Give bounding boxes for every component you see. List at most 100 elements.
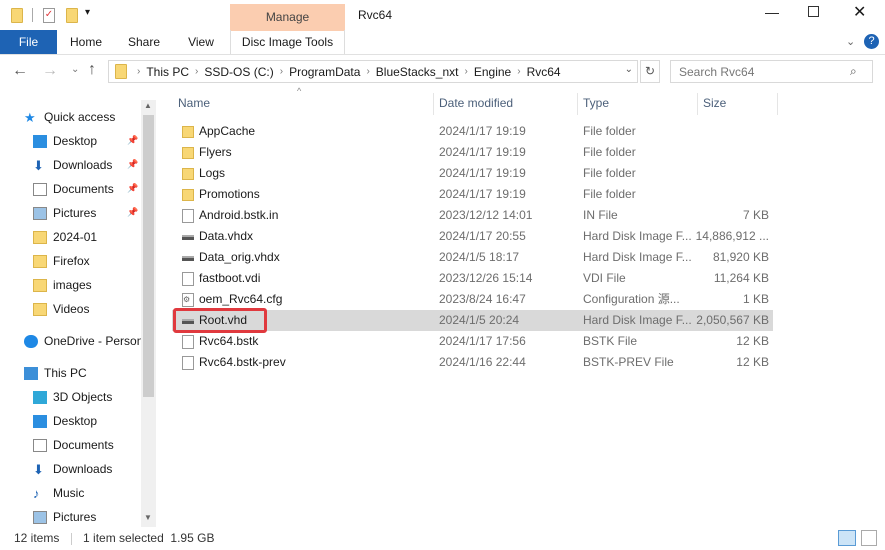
- tab-share[interactable]: Share: [120, 30, 168, 54]
- sidebar-item-label: images: [53, 278, 92, 292]
- help-icon[interactable]: ?: [864, 34, 879, 49]
- sidebar-item[interactable]: ♪ Music: [33, 482, 150, 504]
- sidebar-item-label: Pictures: [53, 206, 97, 220]
- table-row[interactable]: Logs 2024/1/17 19:19 File folder: [172, 163, 773, 184]
- scroll-down-icon[interactable]: ▼: [144, 513, 152, 522]
- sidebar-item[interactable]: 2024-01: [33, 226, 150, 248]
- divider: [0, 54, 885, 55]
- table-row[interactable]: Rvc64.bstk-prev 2024/1/16 22:44 BSTK-PREV …: [172, 352, 773, 373]
- nav-scrollbar-thumb[interactable]: [143, 115, 154, 397]
- sidebar-item[interactable]: images: [33, 274, 150, 296]
- chevron-right-icon: ›: [366, 66, 370, 77]
- address-bar[interactable]: › This PC › SSD-OS (C:) › ProgramData › Blu…: [108, 60, 638, 83]
- search-input[interactable]: Search Rvc64: [670, 60, 873, 83]
- sidebar-item[interactable]: Videos: [33, 298, 150, 320]
- column-header-size[interactable]: Size: [703, 93, 726, 113]
- chevron-right-icon: ›: [279, 66, 284, 77]
- file-name: oem_Rvc64.cfg: [199, 292, 283, 306]
- column-header-name[interactable]: Name: [178, 93, 210, 113]
- documents-icon: [33, 438, 47, 452]
- file-icon: [182, 209, 194, 223]
- folder-icon: [33, 278, 47, 292]
- folder-icon: [115, 64, 127, 79]
- desktop-icon: [33, 414, 47, 428]
- forward-button[interactable]: →: [42, 62, 58, 80]
- tab-disc-image-tools[interactable]: Disc Image Tools: [230, 30, 345, 54]
- folder-icon: [33, 254, 47, 268]
- sidebar-item[interactable]: Pictures: [33, 506, 150, 528]
- address-dropdown-icon[interactable]: ⌄: [625, 64, 633, 75]
- large-icons-view-button[interactable]: [861, 530, 877, 546]
- up-button[interactable]: ↑: [88, 61, 96, 79]
- column-header-type[interactable]: Type: [583, 93, 609, 113]
- file-name: Rvc64.bstk-prev: [199, 355, 286, 369]
- documents-icon: [33, 182, 47, 196]
- file-type: BSTK File: [583, 334, 638, 348]
- breadcrumb-this-pc[interactable]: This PC: [146, 65, 189, 79]
- sidebar-item[interactable]: Desktop: [33, 410, 150, 432]
- file-icon: [182, 335, 194, 349]
- close-button[interactable]: ✕: [853, 2, 866, 22]
- file-size: 12 KB: [736, 355, 769, 369]
- sidebar-item[interactable]: ⬇ Downloads: [33, 458, 150, 480]
- table-row[interactable]: Promotions 2024/1/17 19:19 File folder: [172, 184, 773, 205]
- tab-view[interactable]: View: [178, 30, 224, 54]
- sidebar-item[interactable]: Documents: [33, 434, 150, 456]
- file-date: 2024/1/17 17:56: [439, 334, 526, 348]
- sidebar-item-label: Pictures: [53, 510, 97, 524]
- new-folder-icon[interactable]: [66, 8, 78, 23]
- breadcrumb-engine[interactable]: Engine: [474, 65, 511, 79]
- scroll-up-icon[interactable]: ▲: [144, 101, 152, 110]
- divider: [433, 93, 434, 115]
- customize-toolbar-icon[interactable]: ▾: [85, 7, 90, 18]
- sidebar-item-label: OneDrive - Person: [44, 334, 141, 348]
- recent-locations-icon[interactable]: ⌄: [71, 64, 79, 75]
- breadcrumb-programdata[interactable]: ProgramData: [289, 65, 360, 79]
- breadcrumb-rvc64[interactable]: Rvc64: [527, 65, 561, 79]
- table-row[interactable]: Flyers 2024/1/17 19:19 File folder: [172, 142, 773, 163]
- minimize-button[interactable]: —: [765, 4, 779, 20]
- hard-disk-icon: [182, 256, 194, 261]
- refresh-button[interactable]: ↻: [640, 60, 660, 83]
- sidebar-item-label: Desktop: [53, 134, 98, 148]
- tab-home[interactable]: Home: [62, 30, 110, 54]
- manage-context-tab[interactable]: Manage: [230, 4, 345, 31]
- sidebar-item-label: This PC: [44, 366, 87, 380]
- file-date: 2024/1/17 20:55: [439, 229, 526, 243]
- chevron-right-icon: ›: [517, 66, 521, 77]
- maximize-button[interactable]: [808, 6, 819, 17]
- file-type: Hard Disk Image F...: [583, 229, 692, 243]
- tab-file[interactable]: File: [0, 30, 57, 54]
- table-row[interactable]: AppCache 2024/1/17 19:19 File folder: [172, 121, 773, 142]
- table-row[interactable]: Data_orig.vhdx 2024/1/5 18:17 Hard Disk Im…: [172, 247, 773, 268]
- back-button[interactable]: ←: [12, 62, 28, 80]
- breadcrumb-bluestacks[interactable]: BlueStacks_nxt: [376, 65, 459, 79]
- sidebar-item[interactable]: This PC: [24, 362, 141, 384]
- table-row[interactable]: Data.vhdx 2024/1/17 20:55 Hard Disk Image …: [172, 226, 773, 247]
- sidebar-item[interactable]: OneDrive - Person: [24, 330, 141, 352]
- file-date: 2024/1/16 22:44: [439, 355, 526, 369]
- desktop-icon: [33, 134, 47, 148]
- expand-ribbon-icon[interactable]: ⌄: [846, 35, 855, 48]
- table-row[interactable]: Rvc64.bstk 2024/1/17 17:56 BSTK File 12 KB: [172, 331, 773, 352]
- sidebar-item[interactable]: 3D Objects: [33, 386, 150, 408]
- pictures-icon: [33, 206, 47, 220]
- pictures-icon: [33, 510, 47, 524]
- breadcrumb-ssd-os[interactable]: SSD-OS (C:): [204, 65, 273, 79]
- properties-icon[interactable]: ✓: [43, 8, 55, 23]
- file-date: 2024/1/17 19:19: [439, 124, 526, 138]
- search-icon: ⌕: [850, 64, 857, 78]
- chevron-right-icon: ›: [137, 66, 141, 77]
- table-row[interactable]: Android.bstk.in 2023/12/12 14:01 IN File 7 …: [172, 205, 773, 226]
- sidebar-item-label: Documents: [53, 438, 114, 452]
- sidebar-item[interactable]: Firefox: [33, 250, 150, 272]
- table-row[interactable]: fastboot.vdi 2023/12/26 15:14 VDI File 11,2…: [172, 268, 773, 289]
- table-row[interactable]: ⚙ oem_Rvc64.cfg 2023/8/24 16:47 Configurati…: [172, 289, 773, 310]
- sidebar-item-label: Music: [53, 486, 85, 500]
- column-header-date[interactable]: Date modified: [439, 93, 513, 113]
- details-view-button[interactable]: [838, 530, 856, 546]
- cube-icon: [33, 390, 47, 404]
- download-icon: ⬇: [33, 157, 44, 173]
- sidebar-item[interactable]: ★ Quick access: [24, 106, 141, 128]
- file-date: 2024/1/5 18:17: [439, 250, 520, 264]
